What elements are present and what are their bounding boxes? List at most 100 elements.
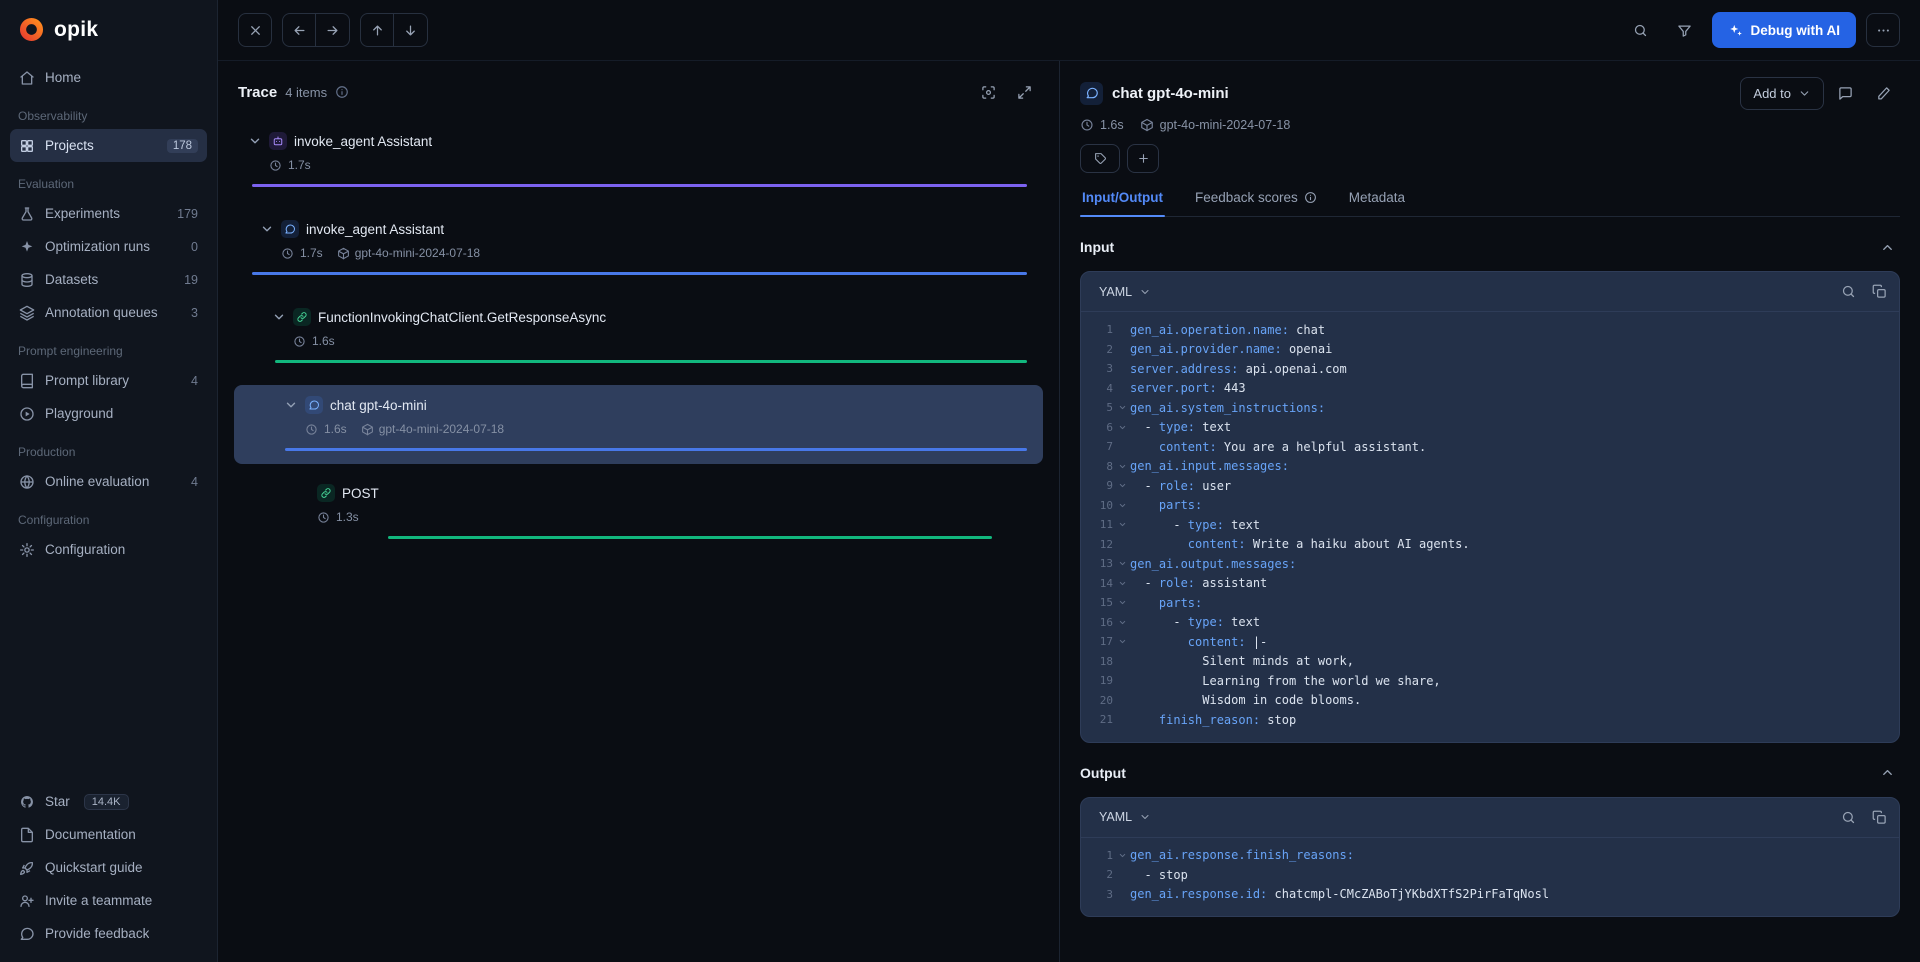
sidebar-item-label: Projects <box>45 138 94 153</box>
code-line: 3server.address: api.openai.com <box>1089 359 1887 379</box>
prev-trace-button[interactable] <box>282 13 316 47</box>
focus-selected-span-button[interactable] <box>973 77 1003 107</box>
trace-span-row[interactable]: invoke_agent Assistant1.7s <box>234 121 1043 200</box>
copy-icon[interactable] <box>1872 810 1887 825</box>
add-to-label: Add to <box>1753 86 1791 101</box>
content: Trace 4 items invoke_agent Assistant1.7s… <box>218 61 1920 962</box>
trace-header: Trace 4 items <box>234 77 1043 107</box>
span-duration-bar <box>252 184 1027 187</box>
fold-chevron-icon[interactable] <box>1115 559 1130 568</box>
span-label: POST <box>342 486 379 501</box>
comment-button[interactable] <box>1828 76 1862 110</box>
sidebar-item-prompt-library[interactable]: Prompt library4 <box>10 364 207 397</box>
add-to-button[interactable]: Add to <box>1740 77 1824 110</box>
debug-button-label: Debug with AI <box>1751 23 1841 38</box>
tab-metadata[interactable]: Metadata <box>1347 188 1407 216</box>
chevron-down-icon[interactable] <box>248 134 262 148</box>
edit-button[interactable] <box>1866 76 1900 110</box>
span-duration: 1.7s <box>288 158 311 172</box>
tab-label: Feedback scores <box>1195 190 1298 205</box>
fold-chevron-icon[interactable] <box>1115 423 1130 432</box>
sidebar-item-github-star[interactable]: Star14.4K <box>10 785 207 818</box>
sidebar-item-projects[interactable]: Projects178 <box>10 129 207 162</box>
sidebar-item-online-evaluation[interactable]: Online evaluation4 <box>10 465 207 498</box>
fold-chevron-icon[interactable] <box>1115 501 1130 510</box>
sidebar-item-datasets[interactable]: Datasets19 <box>10 263 207 296</box>
tab-input-output[interactable]: Input/Output <box>1080 188 1165 216</box>
sidebar-item-optimization-runs[interactable]: Optimization runs0 <box>10 230 207 263</box>
fold-chevron-icon[interactable] <box>1115 598 1130 607</box>
sidebar-item-annotation-queues[interactable]: Annotation queues3 <box>10 296 207 329</box>
code-line: 9 - role: user <box>1089 476 1887 496</box>
span-model: gpt-4o-mini-2024-07-18 <box>1140 118 1291 132</box>
search-code-icon[interactable] <box>1841 810 1856 825</box>
code-line: 16 - type: text <box>1089 613 1887 633</box>
fold-chevron-icon[interactable] <box>1115 851 1130 860</box>
search-code-icon[interactable] <box>1841 284 1856 299</box>
trace-span-row[interactable]: chat gpt-4o-mini1.6sgpt-4o-mini-2024-07-… <box>234 385 1043 464</box>
fold-chevron-icon[interactable] <box>1115 481 1130 490</box>
debug-with-ai-button[interactable]: Debug with AI <box>1712 12 1857 48</box>
close-trace-button[interactable] <box>238 13 272 47</box>
sidebar-item-invite-teammate[interactable]: Invite a teammate <box>10 884 207 917</box>
code-text: gen_ai.operation.name: chat <box>1130 323 1325 337</box>
output-format-select[interactable]: YAML <box>1093 806 1157 828</box>
trace-nav-group <box>282 13 350 47</box>
sidebar-item-label: Invite a teammate <box>45 893 152 908</box>
trace-span-row[interactable]: POST1.3s <box>234 473 1043 552</box>
trace-span-row[interactable]: FunctionInvokingChatClient.GetResponseAs… <box>234 297 1043 376</box>
filter-button[interactable] <box>1668 13 1702 47</box>
line-number: 16 <box>1089 616 1113 629</box>
tags-button[interactable] <box>1080 144 1120 173</box>
fold-chevron-icon[interactable] <box>1115 403 1130 412</box>
chevron-down-icon[interactable] <box>284 398 298 412</box>
code-text: finish_reason: stop <box>1130 713 1296 727</box>
collapse-input-button[interactable] <box>1874 234 1900 260</box>
info-icon <box>1304 191 1317 204</box>
sidebar-item-provide-feedback[interactable]: Provide feedback <box>10 917 207 950</box>
cube-icon <box>337 247 350 260</box>
output-section-title: Output <box>1080 765 1126 781</box>
fold-chevron-icon[interactable] <box>1115 637 1130 646</box>
fold-chevron-icon[interactable] <box>1115 462 1130 471</box>
sidebar-item-quickstart-guide[interactable]: Quickstart guide <box>10 851 207 884</box>
fold-chevron-icon[interactable] <box>1115 579 1130 588</box>
play-icon <box>19 406 35 422</box>
next-span-button[interactable] <box>394 13 428 47</box>
span-nav-group <box>360 13 428 47</box>
sidebar-footer: Star14.4KDocumentationQuickstart guide In… <box>10 785 207 962</box>
next-trace-button[interactable] <box>316 13 350 47</box>
chevron-down-icon[interactable] <box>260 222 274 236</box>
fold-chevron-icon[interactable] <box>1115 618 1130 627</box>
agent-icon <box>272 135 284 147</box>
sidebar-item-count: 0 <box>191 240 198 254</box>
line-number: 7 <box>1089 440 1113 453</box>
sidebar-item-playground[interactable]: Playground <box>10 397 207 430</box>
trace-span-row[interactable]: invoke_agent Assistant1.7sgpt-4o-mini-20… <box>234 209 1043 288</box>
span-model: gpt-4o-mini-2024-07-18 <box>337 246 480 260</box>
expand-tree-button[interactable] <box>1009 77 1039 107</box>
tab-feedback-scores[interactable]: Feedback scores <box>1193 188 1319 216</box>
collapse-output-button[interactable] <box>1874 760 1900 786</box>
span-duration-bar <box>275 360 1027 363</box>
opik-logo[interactable]: opik <box>10 0 207 61</box>
more-options-button[interactable] <box>1866 13 1900 47</box>
sidebar-item-count: 179 <box>177 207 198 221</box>
code-text: content: You are a helpful assistant. <box>1130 440 1426 454</box>
chevron-down-icon[interactable] <box>272 310 286 324</box>
gear-icon <box>19 542 35 558</box>
prev-span-button[interactable] <box>360 13 394 47</box>
input-format-select[interactable]: YAML <box>1093 281 1157 303</box>
span-meta: 1.6s <box>248 332 1029 350</box>
opik-logo-icon <box>18 16 45 43</box>
add-tag-button[interactable] <box>1127 144 1159 173</box>
sidebar-item-documentation[interactable]: Documentation <box>10 818 207 851</box>
sidebar-item-home[interactable]: Home <box>10 61 207 94</box>
copy-icon[interactable] <box>1872 284 1887 299</box>
github-star-count-badge: 14.4K <box>84 794 129 810</box>
sidebar-item-configuration[interactable]: Configuration <box>10 533 207 566</box>
sidebar-item-experiments[interactable]: Experiments179 <box>10 197 207 230</box>
fold-chevron-icon[interactable] <box>1115 520 1130 529</box>
search-button[interactable] <box>1624 13 1658 47</box>
span-meta: 1.7s <box>248 156 1029 174</box>
